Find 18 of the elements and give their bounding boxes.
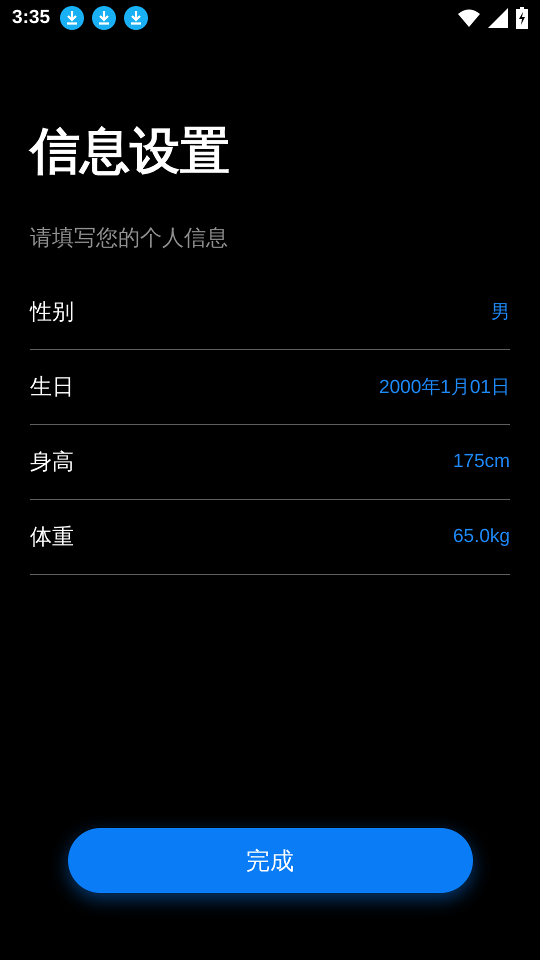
signal-icon <box>488 8 508 28</box>
field-value[interactable]: 男 <box>491 299 510 325</box>
field-label: 性别 <box>30 299 74 327</box>
field-label: 生日 <box>30 374 74 402</box>
status-time: 3:35 <box>12 7 50 29</box>
download-icon <box>60 6 84 30</box>
page-title: 信息设置 <box>30 124 231 179</box>
download-icon <box>124 6 148 30</box>
field-value[interactable]: 65.0kg <box>452 526 510 548</box>
field-label: 身高 <box>30 449 74 477</box>
page-subtitle: 请填写您的个人信息 <box>30 225 229 253</box>
battery-charging-icon <box>516 7 528 29</box>
wifi-icon <box>458 9 480 27</box>
download-icon <box>92 6 116 30</box>
done-button[interactable]: 完成 <box>68 828 472 893</box>
field-value[interactable]: 175cm <box>452 451 510 473</box>
field-label: 体重 <box>30 524 74 552</box>
field-value[interactable]: 2000年1月01日 <box>379 374 510 400</box>
